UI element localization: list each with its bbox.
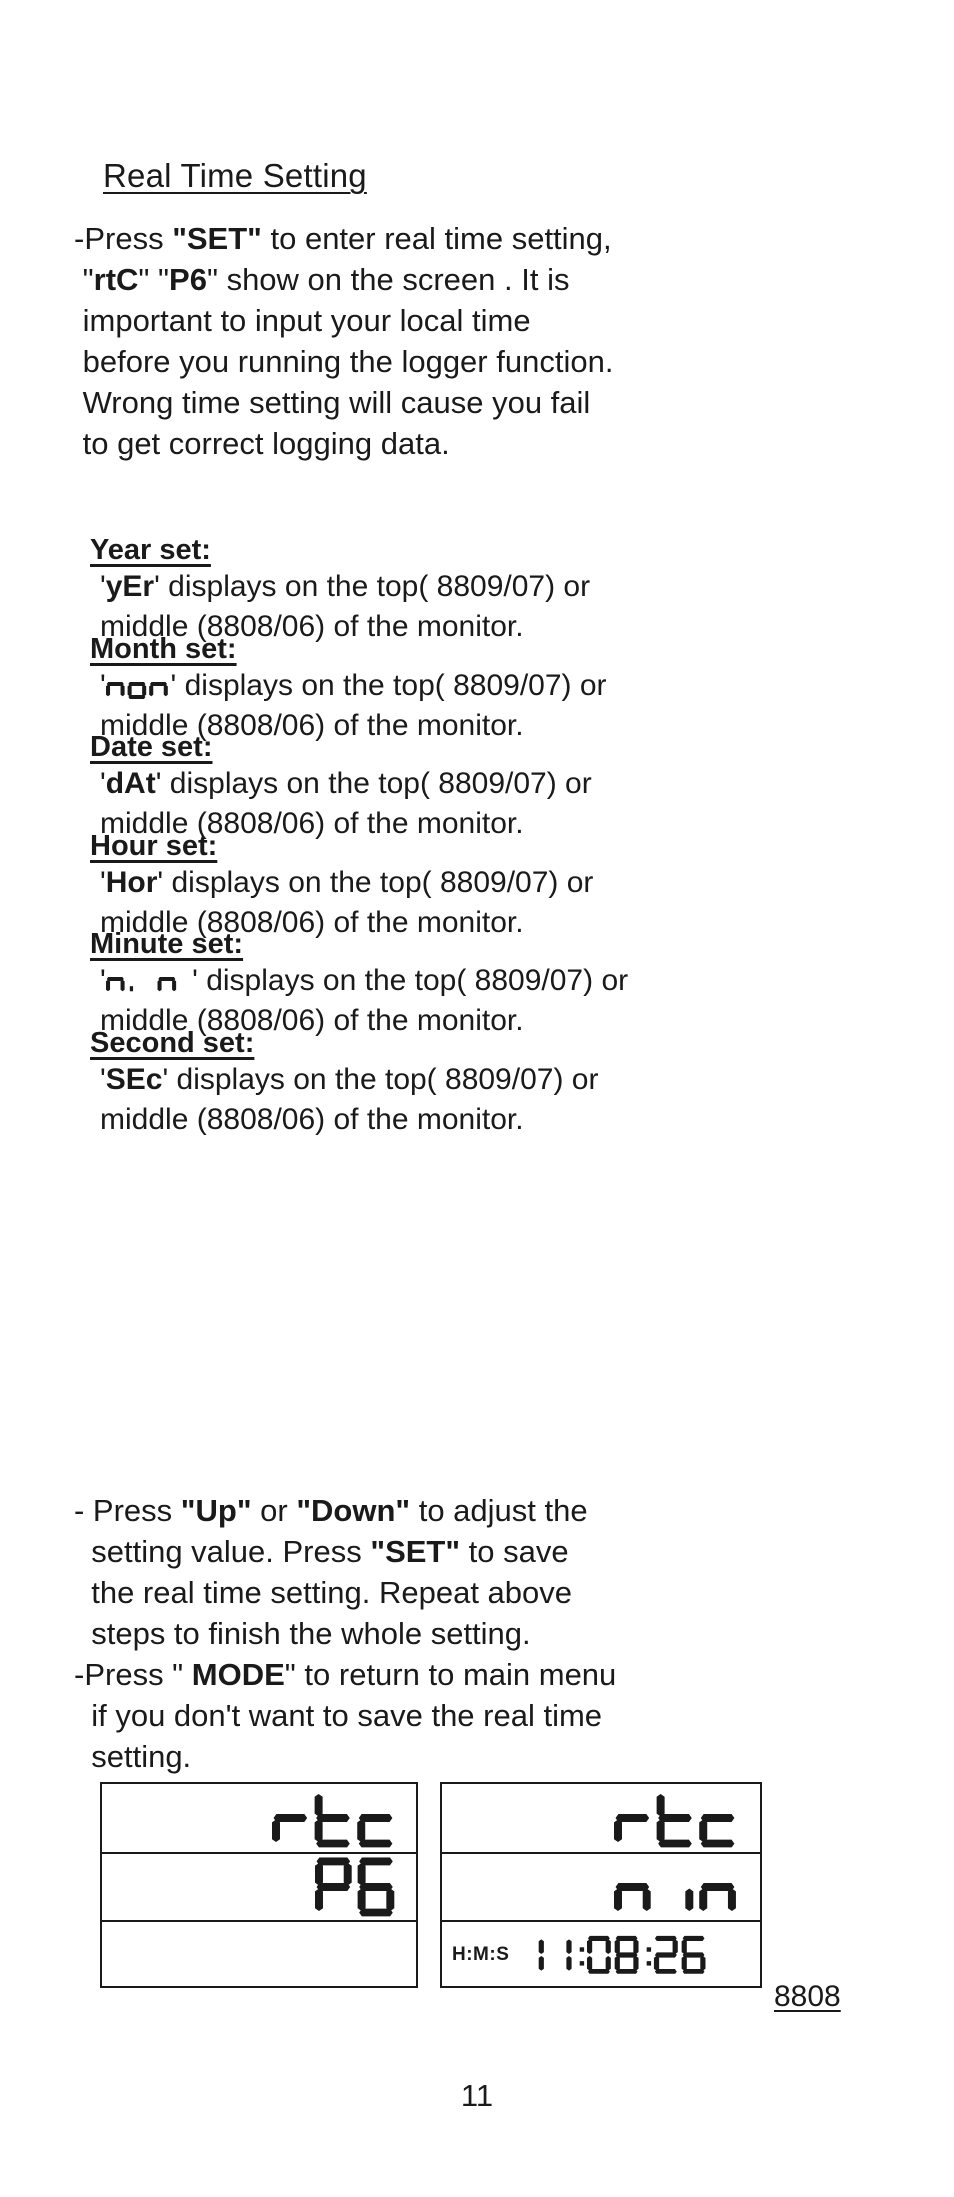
emphasis-text: "SET"	[172, 221, 262, 256]
text-line: the real time setting. Repeat above	[74, 1572, 616, 1613]
section-detail-line1-3: 'dAt' displays on the top( 8809/07) or	[100, 764, 592, 804]
text-line: to get correct logging data.	[74, 423, 613, 464]
body-text: setting value. Press	[74, 1534, 371, 1569]
body-text: " to return to main menu	[284, 1657, 617, 1692]
display-code-3: dAt	[105, 767, 156, 800]
section-heading-5: Minute set:	[90, 928, 244, 960]
model-number-label: 8808	[774, 1980, 841, 2013]
section-heading-2: Month set:	[90, 632, 237, 665]
text-line: important to input your local time	[74, 300, 613, 341]
text-line: -Press " MODE" to return to main menu	[74, 1654, 616, 1695]
section-detail-line1-6: 'SEc' displays on the top( 8809/07) or	[100, 1060, 598, 1100]
emphasis-text: "SET"	[370, 1534, 461, 1569]
body-text: Wrong time setting will cause you fail	[74, 385, 591, 420]
lcd-row-1	[442, 1784, 760, 1854]
emphasis-text: "Down"	[296, 1493, 411, 1528]
lcd-digits	[614, 1788, 742, 1848]
lcd-row-2	[102, 1854, 416, 1922]
detail-tail: ' displays on the top( 8809/07) or	[162, 1062, 599, 1096]
section-detail-line1-2: ' ' displays on the top( 8809/07) or	[100, 666, 607, 706]
manual-page: Real Time Setting -Press "SET" to enter …	[0, 0, 954, 2197]
section-heading-6: Second set:	[90, 1026, 255, 1059]
section-detail-line1-5: ' ' displays on the top( 8809/07) or	[100, 961, 628, 1001]
text-line: "rtC" "P6" show on the screen . It is	[74, 259, 613, 300]
text-line: Wrong time setting will cause you fail	[74, 382, 613, 423]
lcd-panel-left-panel	[100, 1782, 418, 1988]
page-title: Real Time Setting	[103, 157, 367, 194]
body-text: - Press	[74, 1493, 181, 1528]
body-text: before you running the logger function.	[74, 344, 614, 379]
text-line: if you don't want to save the real time	[74, 1695, 616, 1736]
detail-tail: ' displays on the top( 8809/07) or	[155, 767, 592, 800]
lcd-digits	[520, 1935, 742, 1975]
emphasis-text: MODE	[191, 1657, 285, 1692]
body-text: to adjust the	[410, 1493, 588, 1528]
detail-tail: ' displays on the top( 8809/07) or	[192, 964, 629, 997]
display-code-1: yEr	[105, 570, 155, 603]
body-text: important to input your local time	[74, 303, 531, 338]
display-code-4: Hor	[105, 865, 158, 899]
intro-paragraph: -Press "SET" to enter real time setting,…	[74, 218, 613, 464]
body-text: -Press	[74, 221, 173, 256]
lcd-panel-right-panel: H:M:S	[440, 1782, 762, 1988]
body-text: to enter real time setting,	[261, 221, 612, 256]
page-number: 11	[460, 2078, 494, 2113]
lcd-row-3	[102, 1922, 416, 1988]
body-text: if you don't want to save the real time	[74, 1698, 603, 1733]
emphasis-text: "Up"	[180, 1493, 252, 1528]
body-text: or	[251, 1493, 297, 1528]
detail-tail: ' displays on the top( 8809/07) or	[154, 570, 591, 603]
body-text: setting.	[74, 1739, 192, 1774]
body-text: to save	[460, 1534, 569, 1569]
lcd-row-2	[442, 1854, 760, 1922]
detail-tail: ' displays on the top( 8809/07) or	[170, 668, 607, 702]
text-line: steps to finish the whole setting.	[74, 1613, 616, 1654]
outro-paragraph: - Press "Up" or "Down" to adjust the set…	[74, 1490, 616, 1777]
display-code-6: SEc	[105, 1062, 163, 1096]
lcd-digits	[314, 1857, 400, 1917]
section-detail-line1-4: 'Hor' displays on the top( 8809/07) or	[100, 863, 593, 903]
lcd-digits	[272, 1788, 400, 1848]
lcd-row-1	[102, 1784, 416, 1854]
text-line: before you running the logger function.	[74, 341, 614, 382]
text-line: setting.	[74, 1736, 616, 1777]
detail-tail: ' displays on the top( 8809/07) or	[157, 865, 594, 899]
display-code-5	[105, 964, 192, 997]
body-text: the real time setting. Repeat above	[74, 1575, 573, 1610]
emphasis-text: P6	[169, 262, 207, 297]
emphasis-text: rtC	[93, 262, 139, 297]
section-detail-line1-1: 'yEr' displays on the top( 8809/07) or	[100, 567, 590, 607]
lcd-digits	[614, 1857, 742, 1916]
text-line: -Press "SET" to enter real time setting,	[74, 218, 613, 259]
body-text: " "	[138, 262, 170, 297]
section-detail-line2-6: middle (8808/06) of the monitor.	[100, 1102, 524, 1136]
lcd-unit-label: H:M:S	[452, 1944, 510, 1965]
body-text: " show on the screen . It is	[206, 262, 570, 297]
body-text: "	[74, 262, 94, 297]
display-code-2	[105, 669, 171, 702]
text-line: setting value. Press "SET" to save	[74, 1531, 616, 1572]
section-heading-4: Hour set:	[90, 829, 218, 862]
body-text: to get correct logging data.	[74, 426, 450, 461]
section-heading-3: Date set:	[90, 731, 213, 763]
section-heading-1: Year set:	[90, 534, 211, 566]
body-text: -Press "	[74, 1657, 192, 1692]
lcd-row-3: H:M:S	[442, 1922, 760, 1988]
text-line: - Press "Up" or "Down" to adjust the	[74, 1490, 616, 1531]
body-text: steps to finish the whole setting.	[74, 1616, 531, 1651]
